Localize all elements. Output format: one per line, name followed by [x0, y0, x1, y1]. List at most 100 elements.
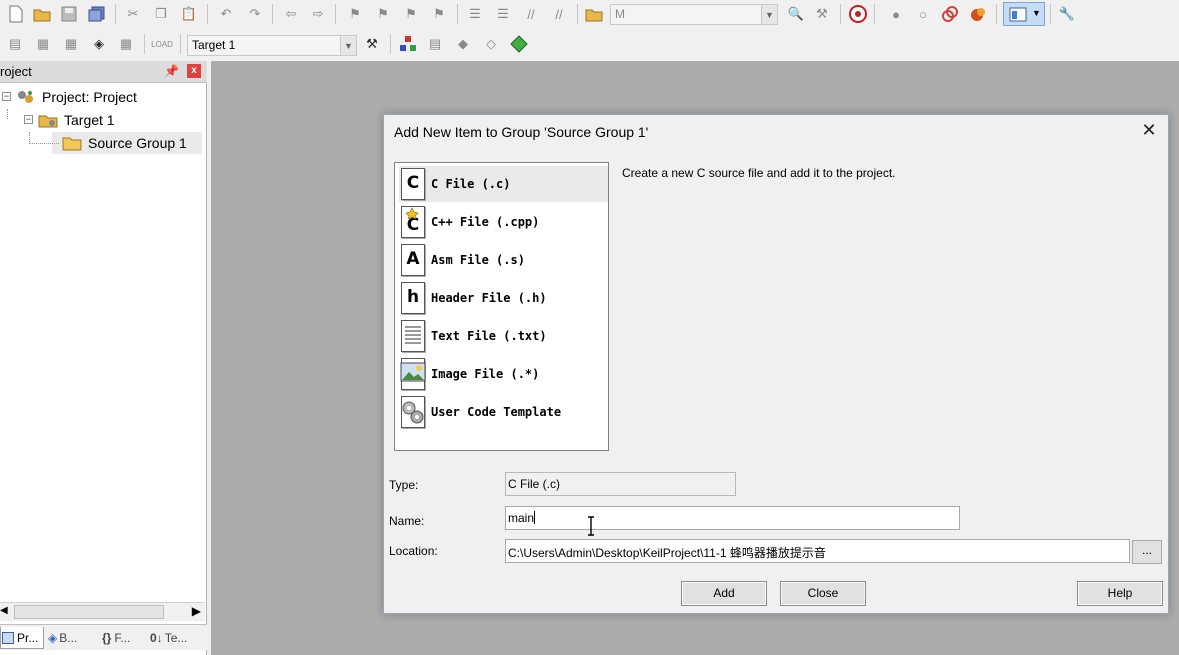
list-item-image-file[interactable]: Image File (.*) [399, 356, 608, 392]
name-field[interactable]: main [505, 506, 960, 530]
bookmark-next-icon[interactable]: ⚑ [401, 4, 421, 24]
list-item-header-file[interactable]: h Header File (.h) [399, 280, 608, 316]
chevron-down-icon[interactable]: ▼ [340, 36, 356, 55]
help-button[interactable]: Help [1077, 581, 1163, 606]
target-select[interactable]: Target 1 ▼ [187, 35, 357, 56]
tree-item-source-group[interactable]: Source Group 1 [52, 132, 202, 154]
main-toolbar: ✂ ❐ 📋 ↶ ↷ ⇦ ⇨ ⚑ ⚑ ⚑ ⚑ ☰ ☰ // // M ▼ 🔍 ⚒ … [0, 0, 1090, 29]
list-item-asm-file[interactable]: A Asm File (.s) [399, 242, 608, 278]
find-icon[interactable]: 🔍 [786, 4, 806, 24]
books-icon: ◈ [48, 631, 58, 645]
list-item-cpp-file[interactable]: C C++ File (.cpp) [399, 204, 608, 240]
scroll-right-icon[interactable]: ▶ [192, 604, 201, 618]
project-tab-icon [2, 631, 14, 644]
functions-icon: {} [102, 631, 112, 645]
breakpoint-icon[interactable]: ● [886, 4, 906, 24]
folder-icon [62, 135, 82, 151]
close-icon[interactable]: ✕ [1138, 119, 1160, 141]
bookmark-prev-icon[interactable]: ⚑ [373, 4, 393, 24]
save-icon[interactable] [59, 4, 79, 24]
project-icon [16, 89, 36, 105]
incremental-find-icon[interactable]: ⚒ [812, 4, 832, 24]
list-item-label: Asm File (.s) [431, 253, 525, 267]
list-item-c-file[interactable]: C C File (.c) [399, 166, 608, 202]
location-field[interactable]: C:\Users\Admin\Desktop\KeilProject\11-1 … [505, 539, 1130, 563]
header-file-icon: h [399, 281, 427, 315]
kill-all-breakpoints-icon[interactable] [968, 4, 988, 24]
stop-build-icon[interactable]: ▦ [116, 34, 136, 54]
list-item-label: C File (.c) [431, 177, 511, 191]
collapse-icon[interactable]: − [24, 115, 33, 124]
close-icon[interactable]: x [187, 64, 201, 78]
scroll-left-icon[interactable]: ◀ [0, 605, 8, 616]
pack-update-icon[interactable] [509, 34, 529, 54]
find-in-files-icon[interactable] [584, 4, 604, 24]
list-item-user-code-template[interactable]: User Code Template [399, 394, 608, 430]
redo-icon[interactable]: ↷ [245, 4, 265, 24]
select-packs-icon[interactable]: ▤ [425, 34, 445, 54]
bookmark-icon[interactable]: ⚑ [345, 4, 365, 24]
templates-icon: 0↓ [150, 631, 163, 645]
image-file-icon [399, 357, 427, 391]
close-button[interactable]: Close [780, 581, 866, 606]
disable-breakpoint-icon[interactable]: ○ [913, 4, 933, 24]
batch-build-icon[interactable]: ◈ [89, 34, 109, 54]
load-icon[interactable]: LOAD [151, 34, 173, 54]
i-beam-cursor-icon [588, 516, 594, 536]
list-item-label: Header File (.h) [431, 291, 547, 305]
tab-project[interactable]: Pr... [0, 627, 44, 649]
tree-item-project[interactable]: − Project: Project [0, 86, 137, 108]
pack-installer-icon[interactable]: ◇ [481, 34, 501, 54]
bookmark-clear-icon[interactable]: ⚑ [429, 4, 449, 24]
translate-icon[interactable]: ▤ [5, 34, 25, 54]
horizontal-scrollbar[interactable]: ◀ ▶ [0, 602, 205, 621]
chevron-down-icon[interactable]: ▼ [761, 5, 777, 24]
target-icon [38, 112, 58, 128]
dialog-title: Add New Item to Group 'Source Group 1' [394, 124, 649, 140]
c-file-icon: C [399, 167, 427, 201]
list-item-text-file[interactable]: Text File (.txt) [399, 318, 608, 354]
target-options-icon[interactable]: ⚒ [362, 34, 382, 54]
save-all-icon[interactable] [87, 4, 107, 24]
open-folder-icon[interactable] [32, 4, 52, 24]
navigate-forward-icon[interactable]: ⇨ [308, 4, 328, 24]
collapse-icon[interactable]: − [2, 92, 11, 101]
rebuild-icon[interactable]: ▦ [61, 34, 81, 54]
pin-icon[interactable]: 📌 [164, 64, 179, 78]
tab-books[interactable]: ◈ B... [48, 627, 94, 649]
tab-functions[interactable]: {} F... [102, 627, 144, 649]
indent-icon[interactable]: ☰ [465, 4, 485, 24]
tab-label: F... [114, 631, 131, 645]
browse-button[interactable]: ... [1132, 540, 1162, 564]
build-toolbar: ▤ ▦ ▦ ◈ ▦ LOAD Target 1 ▼ ⚒ ▤ ◆ ◇ [0, 30, 540, 60]
tree-label: Source Group 1 [88, 135, 187, 151]
start-debug-icon[interactable] [848, 4, 868, 24]
manage-rte-icon[interactable]: ◆ [453, 34, 473, 54]
name-field-value: main [508, 511, 535, 525]
undo-icon[interactable]: ↶ [216, 4, 236, 24]
find-combo[interactable]: M ▼ [610, 4, 778, 25]
add-button[interactable]: Add [681, 581, 767, 606]
disable-all-breakpoints-icon[interactable] [940, 4, 960, 24]
tab-templates[interactable]: 0↓ Te... [150, 627, 200, 649]
uncomment-icon[interactable]: // [549, 4, 569, 24]
wrench-icon[interactable]: 🔧 [1057, 4, 1077, 24]
cut-icon[interactable]: ✂ [123, 4, 143, 24]
copy-icon[interactable]: ❐ [151, 4, 171, 24]
paste-icon[interactable]: 📋 [179, 4, 199, 24]
unindent-icon[interactable]: ☰ [493, 4, 513, 24]
window-layout-button[interactable]: ▼ [1003, 2, 1045, 26]
new-file-icon[interactable] [6, 4, 26, 24]
list-item-label: User Code Template [431, 405, 562, 419]
comment-icon[interactable]: // [521, 4, 541, 24]
scrollbar-thumb[interactable] [14, 605, 164, 619]
manage-project-icon[interactable] [398, 34, 418, 54]
build-icon[interactable]: ▦ [33, 34, 53, 54]
item-type-list: C C File (.c) C C++ File (.cpp) A Asm Fi… [394, 162, 609, 451]
tab-label: Pr... [17, 630, 39, 645]
tab-label: B... [59, 631, 78, 645]
tree-item-target[interactable]: − Target 1 [0, 109, 115, 131]
tree-label: Target 1 [64, 112, 115, 128]
window-layout-icon [1009, 7, 1027, 22]
navigate-back-icon[interactable]: ⇦ [281, 4, 301, 24]
